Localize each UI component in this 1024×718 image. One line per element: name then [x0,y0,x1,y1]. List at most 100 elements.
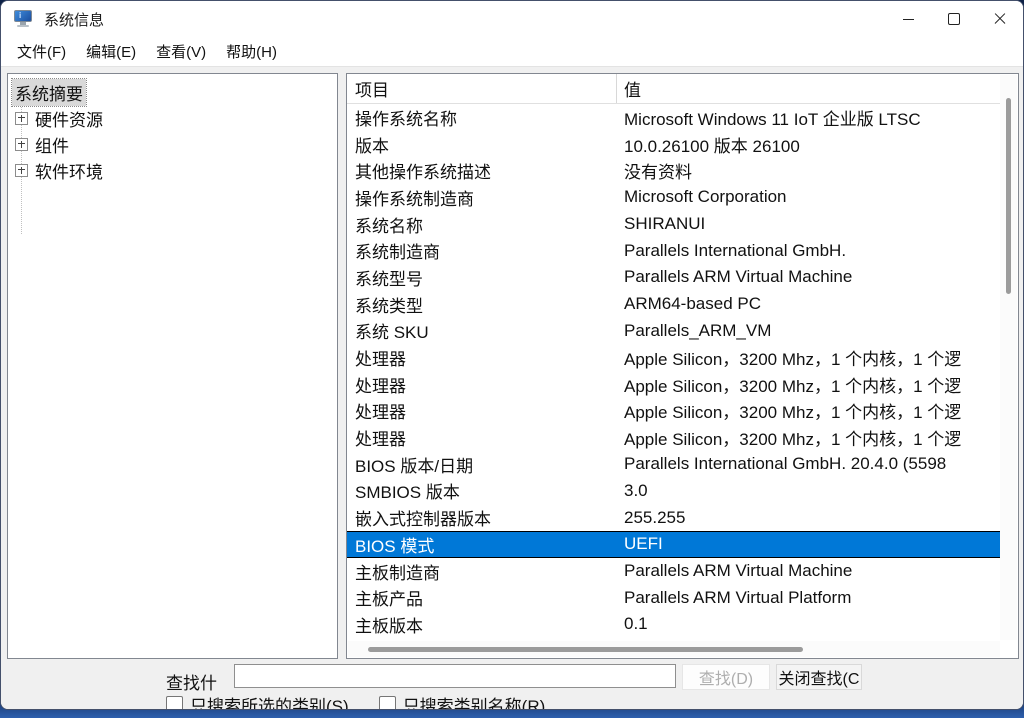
row-item-cell: 系统 SKU [347,318,617,343]
find-input[interactable] [234,664,676,688]
row-item-cell: 主板制造商 [347,559,617,584]
row-value-cell: SHIRANUI [617,214,1001,234]
expand-plus-icon[interactable] [15,138,28,151]
row-item-cell: 处理器 [347,398,617,423]
row-item-cell: 操作系统制造商 [347,185,617,210]
row-value-cell: 255.255 [617,508,1001,528]
row-value-cell: 没有资料 [617,158,1001,183]
table-row[interactable]: 系统制造商Parallels International GmbH. [347,237,1001,264]
row-value-cell: 3.0 [617,481,1001,501]
find-options-row: 只搜索所选的类别(S) 只搜索类别名称(R) [166,692,575,710]
checkbox-label: 只搜索所选的类别(S) [190,692,349,710]
table-row[interactable]: 系统型号Parallels ARM Virtual Machine [347,264,1001,291]
list-body: 操作系统名称Microsoft Windows 11 IoT 企业版 LTSC版… [347,104,1001,638]
row-item-cell: 系统制造商 [347,238,617,263]
table-row[interactable]: 系统类型ARM64-based PC [347,291,1001,318]
horizontal-scrollbar-thumb[interactable] [368,647,803,652]
maximize-icon [948,13,960,25]
column-header-value[interactable]: 值 [617,74,1001,103]
row-value-cell: Apple Silicon，3200 Mhz，1 个内核，1 个逻 [617,345,1001,370]
row-value-cell: 0.1 [617,614,1001,634]
table-row[interactable]: 系统 SKUParallels_ARM_VM [347,318,1001,345]
table-row[interactable]: 主板制造商Parallels ARM Virtual Machine [347,558,1001,585]
expand-plus-icon[interactable] [15,112,28,125]
row-value-cell: Parallels ARM Virtual Machine [617,561,1001,581]
row-item-cell: 操作系统名称 [347,105,617,130]
table-row[interactable]: 版本10.0.26100 版本 26100 [347,131,1001,158]
tree-item[interactable]: 组件 [8,131,337,157]
caption-buttons [885,1,1023,37]
find-button[interactable]: 查找(D) [682,664,770,690]
menu-item[interactable]: 文件(F) [7,37,76,66]
row-value-cell: Apple Silicon，3200 Mhz，1 个内核，1 个逻 [617,372,1001,397]
row-value-cell: Parallels_ARM_VM [617,321,1001,341]
close-find-button[interactable]: 关闭查找(C [776,664,862,690]
table-row[interactable]: 嵌入式控制器版本255.255 [347,504,1001,531]
row-value-cell: 10.0.26100 版本 26100 [617,132,1001,157]
category-tree-panel: 系统摘要硬件资源组件软件环境 [7,73,338,659]
table-row[interactable]: 处理器Apple Silicon，3200 Mhz，1 个内核，1 个逻 [347,398,1001,425]
table-row[interactable]: 处理器Apple Silicon，3200 Mhz，1 个内核，1 个逻 [347,344,1001,371]
row-item-cell: 系统类型 [347,292,617,317]
tree-item[interactable]: 系统摘要 [8,79,337,105]
table-row[interactable]: 其他操作系统描述没有资料 [347,157,1001,184]
table-row[interactable]: BIOS 模式UEFI [347,531,1001,558]
system-info-window: i 系统信息 文件(F)编辑(E)查看(V)帮助(H) 系统摘要硬件资源组件软件… [0,0,1024,710]
table-row[interactable]: 主板产品Parallels ARM Virtual Platform [347,584,1001,611]
horizontal-scrollbar[interactable] [348,641,1000,657]
titlebar: i 系统信息 [1,1,1023,37]
tree-item[interactable]: 软件环境 [8,157,337,183]
maximize-button[interactable] [931,1,977,37]
checkbox-label: 只搜索类别名称(R) [403,692,546,710]
row-value-cell: Parallels ARM Virtual Platform [617,588,1001,608]
row-value-cell: Parallels ARM Virtual Machine [617,267,1001,287]
minimize-icon [903,19,914,20]
table-row[interactable]: SMBIOS 版本3.0 [347,478,1001,505]
close-icon [994,13,1006,25]
table-row[interactable]: 处理器Apple Silicon，3200 Mhz，1 个内核，1 个逻 [347,424,1001,451]
tree-item-label: 软件环境 [32,157,106,184]
row-item-cell: 其他操作系统描述 [347,158,617,183]
table-row[interactable]: 操作系统名称Microsoft Windows 11 IoT 企业版 LTSC [347,104,1001,131]
row-value-cell: Microsoft Windows 11 IoT 企业版 LTSC [617,105,1001,130]
search-category-names-checkbox[interactable]: 只搜索类别名称(R) [379,692,546,710]
table-row[interactable]: 主板版本0.1 [347,611,1001,638]
tree-item-label: 硬件资源 [32,105,106,132]
row-item-cell: 处理器 [347,345,617,370]
detail-list-panel: 项目 值 操作系统名称Microsoft Windows 11 IoT 企业版 … [346,73,1019,659]
search-selected-category-checkbox[interactable]: 只搜索所选的类别(S) [166,692,349,710]
table-row[interactable]: 系统名称SHIRANUI [347,211,1001,238]
row-value-cell: Apple Silicon，3200 Mhz，1 个内核，1 个逻 [617,425,1001,450]
vertical-scrollbar-thumb[interactable] [1006,98,1011,294]
row-value-cell: ARM64-based PC [617,294,1001,314]
row-value-cell: UEFI [617,534,1001,554]
table-row[interactable]: 处理器Apple Silicon，3200 Mhz，1 个内核，1 个逻 [347,371,1001,398]
tree-item-label: 系统摘要 [12,79,86,106]
minimize-button[interactable] [885,1,931,37]
list-header: 项目 值 [347,74,1001,104]
table-row[interactable]: 操作系统制造商Microsoft Corporation [347,184,1001,211]
expand-plus-icon[interactable] [15,164,28,177]
tree-item[interactable]: 硬件资源 [8,105,337,131]
vertical-scrollbar[interactable] [1000,75,1017,640]
menu-item[interactable]: 帮助(H) [216,37,287,66]
close-button[interactable] [977,1,1023,37]
menu-item[interactable]: 查看(V) [146,37,216,66]
row-item-cell: 处理器 [347,372,617,397]
row-value-cell: Apple Silicon，3200 Mhz，1 个内核，1 个逻 [617,398,1001,423]
menu-item[interactable]: 编辑(E) [76,37,146,66]
row-item-cell: BIOS 模式 [347,532,617,557]
category-tree: 系统摘要硬件资源组件软件环境 [8,74,337,183]
row-item-cell: 主板版本 [347,612,617,637]
window-title: 系统信息 [44,9,104,30]
checkbox-icon[interactable] [166,696,183,710]
row-value-cell: Microsoft Corporation [617,187,1001,207]
find-bar: 查找什 查找(D) 关闭查找(C 只搜索所选的类别(S) 只搜索类别名称(R) [1,659,1023,710]
row-item-cell: 处理器 [347,425,617,450]
table-row[interactable]: BIOS 版本/日期Parallels International GmbH. … [347,451,1001,478]
row-item-cell: 系统名称 [347,212,617,237]
row-item-cell: 版本 [347,132,617,157]
column-header-item[interactable]: 项目 [347,74,617,103]
row-item-cell: 嵌入式控制器版本 [347,505,617,530]
checkbox-icon[interactable] [379,696,396,710]
